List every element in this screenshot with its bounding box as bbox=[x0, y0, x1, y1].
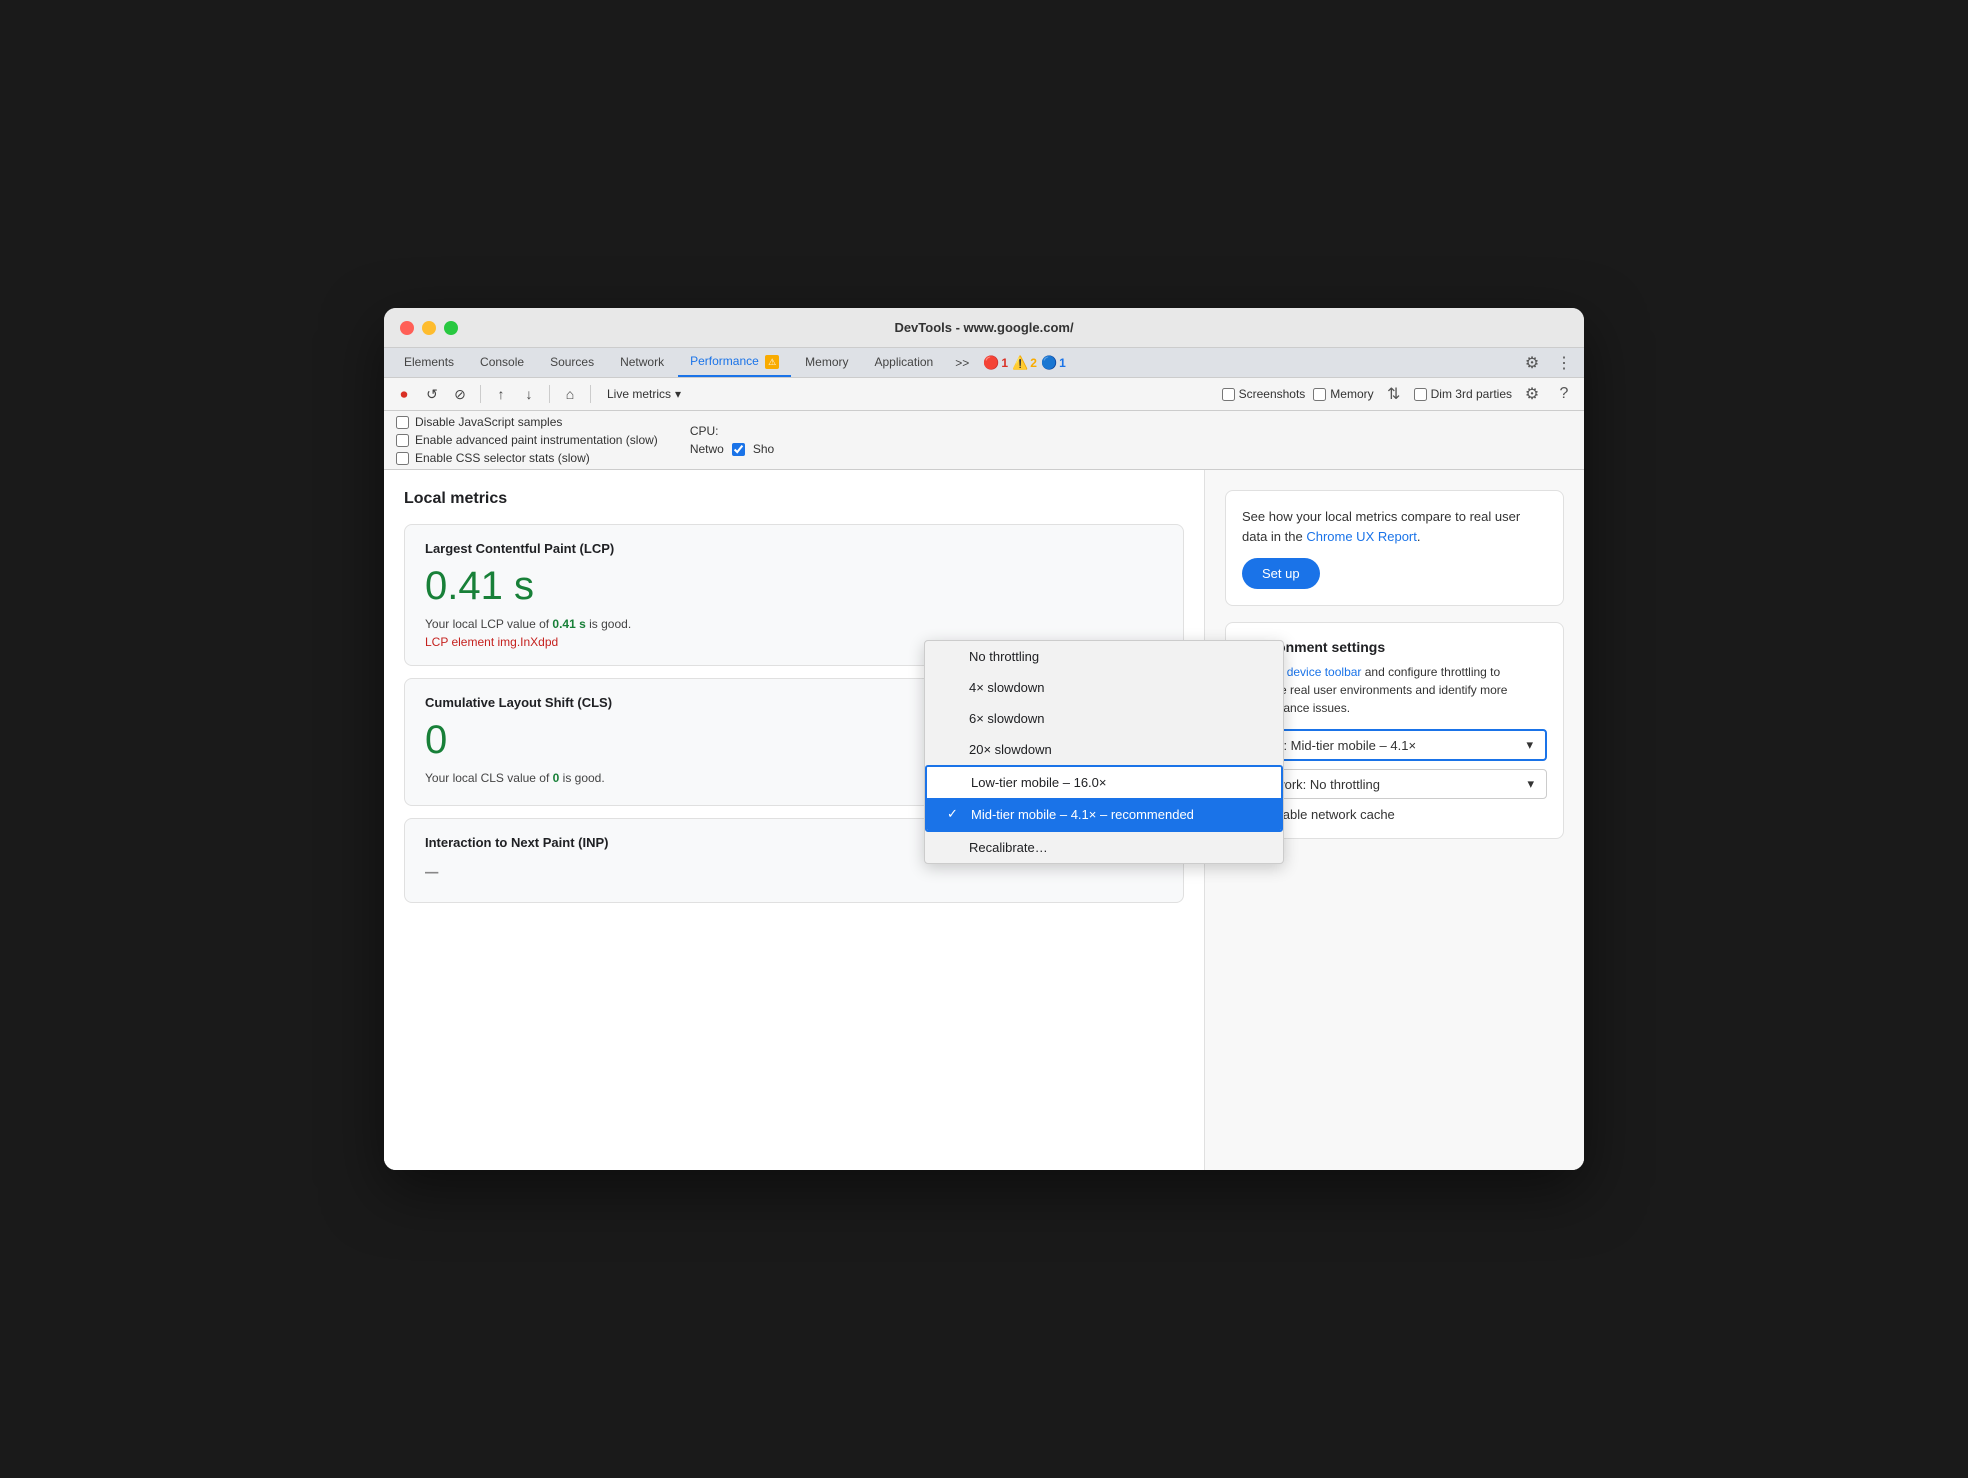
settings-icon[interactable]: ⚙ bbox=[1520, 351, 1544, 375]
tab-console[interactable]: Console bbox=[468, 349, 536, 377]
minimize-button[interactable] bbox=[422, 321, 436, 335]
chrome-ux-report-link[interactable]: Chrome UX Report bbox=[1306, 529, 1417, 544]
setup-button[interactable]: Set up bbox=[1242, 558, 1320, 589]
dropdown-border-group: Low-tier mobile – 16.0× ✓ Mid-tier mobil… bbox=[925, 765, 1283, 832]
tab-network[interactable]: Network bbox=[608, 349, 676, 377]
maximize-button[interactable] bbox=[444, 321, 458, 335]
toolbar-separator-1 bbox=[480, 385, 481, 403]
network-row: Netwo Sho bbox=[690, 442, 774, 456]
ux-report-text: See how your local metrics compare to re… bbox=[1242, 507, 1547, 546]
show-network-checkbox[interactable] bbox=[732, 443, 745, 456]
enable-css-checkbox[interactable] bbox=[396, 452, 409, 465]
toolbar-right: Screenshots Memory ⇅ Dim 3rd parties ⚙ ? bbox=[1222, 382, 1576, 406]
warning-badge-yellow: ⚠️ 2 bbox=[1012, 355, 1037, 371]
dropdown-item-6x[interactable]: 6× slowdown bbox=[925, 703, 1283, 734]
info-badge-blue: 🔵 1 bbox=[1041, 355, 1066, 371]
lcp-name: Largest Contentful Paint (LCP) bbox=[425, 541, 1163, 556]
enable-css-check[interactable]: Enable CSS selector stats (slow) bbox=[396, 451, 658, 465]
window-title: DevTools - www.google.com/ bbox=[894, 320, 1073, 335]
performance-warning-badge: ⚠ bbox=[765, 355, 779, 369]
cpu-select[interactable]: CPU: Mid-tier mobile – 4.1× ▾ bbox=[1242, 729, 1547, 761]
titlebar: DevTools - www.google.com/ bbox=[384, 308, 1584, 348]
dropdown-item-20x[interactable]: 20× slowdown bbox=[925, 734, 1283, 765]
memory-checkbox-input[interactable] bbox=[1313, 388, 1326, 401]
disable-js-check[interactable]: Disable JavaScript samples bbox=[396, 415, 658, 429]
device-toolbar-link[interactable]: device toolbar bbox=[1287, 665, 1362, 679]
throttle-icon[interactable]: ⇅ bbox=[1382, 382, 1406, 406]
home-button[interactable]: ⌂ bbox=[558, 382, 582, 406]
toolbar-separator-2 bbox=[549, 385, 550, 403]
clear-button[interactable]: ⊘ bbox=[448, 382, 472, 406]
traffic-lights bbox=[400, 321, 458, 335]
devtools-window: DevTools - www.google.com/ Elements Cons… bbox=[384, 308, 1584, 1170]
dropdown-item-4x[interactable]: 4× slowdown bbox=[925, 672, 1283, 703]
settings-left: Disable JavaScript samples Enable advanc… bbox=[396, 415, 658, 465]
download-button[interactable]: ↓ bbox=[517, 382, 541, 406]
tab-memory[interactable]: Memory bbox=[793, 349, 860, 377]
dropdown-item-low-tier[interactable]: Low-tier mobile – 16.0× bbox=[927, 767, 1281, 798]
screenshots-checkbox-input[interactable] bbox=[1222, 388, 1235, 401]
live-metrics-dropdown[interactable]: Live metrics ▾ bbox=[599, 385, 689, 403]
close-button[interactable] bbox=[400, 321, 414, 335]
warning-icon: ⚠️ bbox=[1012, 355, 1028, 371]
devtools-tabs: Elements Console Sources Network Perform… bbox=[384, 348, 1584, 378]
settings-row: Disable JavaScript samples Enable advanc… bbox=[384, 411, 1584, 470]
network-select[interactable]: Network: No throttling ▾ bbox=[1242, 769, 1547, 799]
toolbar-separator-3 bbox=[590, 385, 591, 403]
tab-elements[interactable]: Elements bbox=[392, 349, 466, 377]
cpu-row: CPU: bbox=[690, 424, 774, 438]
tab-sources[interactable]: Sources bbox=[538, 349, 606, 377]
env-settings-desc: Use the device toolbar and configure thr… bbox=[1242, 663, 1547, 717]
settings-gear-icon[interactable]: ⚙ bbox=[1520, 382, 1544, 406]
env-settings-title: Environment settings bbox=[1242, 639, 1547, 655]
network-select-chevron-icon: ▾ bbox=[1527, 776, 1534, 792]
ux-report-card: See how your local metrics compare to re… bbox=[1225, 490, 1564, 606]
lcp-value: 0.41 s bbox=[425, 564, 1163, 609]
local-metrics-title: Local metrics bbox=[404, 490, 1184, 508]
dropdown-item-recalibrate[interactable]: Recalibrate… bbox=[925, 832, 1283, 863]
upload-button[interactable]: ↑ bbox=[489, 382, 513, 406]
error-badge-red: 🔴 1 bbox=[983, 355, 1008, 371]
dim-3rd-parties-checkbox-input[interactable] bbox=[1414, 388, 1427, 401]
toolbar: ⏺ ↺ ⊘ ↑ ↓ ⌂ Live metrics ▾ Screenshots M… bbox=[384, 378, 1584, 411]
more-options-icon[interactable]: ⋮ bbox=[1552, 351, 1576, 375]
tab-performance[interactable]: Performance ⚠ bbox=[678, 348, 791, 377]
disable-cache-row: Disable network cache bbox=[1242, 807, 1547, 822]
lcp-desc: Your local LCP value of 0.41 s is good. bbox=[425, 617, 1163, 631]
cpu-select-chevron-icon: ▾ bbox=[1526, 737, 1533, 753]
memory-checkbox[interactable]: Memory bbox=[1313, 387, 1373, 401]
cpu-dropdown-menu: No throttling 4× slowdown 6× slowdown 20… bbox=[924, 640, 1284, 864]
enable-paint-checkbox[interactable] bbox=[396, 434, 409, 447]
refresh-button[interactable]: ↺ bbox=[420, 382, 444, 406]
dropdown-item-no-throttling[interactable]: No throttling bbox=[925, 641, 1283, 672]
content-area: No throttling 4× slowdown 6× slowdown 20… bbox=[384, 470, 1584, 1170]
cpu-dropdown-overlay: No throttling 4× slowdown 6× slowdown 20… bbox=[924, 640, 1284, 864]
screenshots-checkbox[interactable]: Screenshots bbox=[1222, 387, 1306, 401]
tab-icon-buttons: ⚙ ⋮ bbox=[1520, 351, 1576, 375]
chevron-down-icon: ▾ bbox=[675, 387, 681, 401]
record-button[interactable]: ⏺ bbox=[392, 382, 416, 406]
error-badges: 🔴 1 ⚠️ 2 🔵 1 bbox=[983, 355, 1066, 371]
info-icon: 🔵 bbox=[1041, 355, 1057, 371]
tab-more[interactable]: >> bbox=[947, 350, 977, 376]
settings-right: CPU: Netwo Sho bbox=[690, 424, 774, 456]
disable-js-checkbox[interactable] bbox=[396, 416, 409, 429]
error-icon: 🔴 bbox=[983, 355, 999, 371]
tab-application[interactable]: Application bbox=[863, 349, 946, 377]
help-icon[interactable]: ? bbox=[1552, 382, 1576, 406]
dim-3rd-parties-checkbox[interactable]: Dim 3rd parties bbox=[1414, 387, 1512, 401]
enable-paint-check[interactable]: Enable advanced paint instrumentation (s… bbox=[396, 433, 658, 447]
dropdown-item-mid-tier[interactable]: ✓ Mid-tier mobile – 4.1× – recommended bbox=[927, 798, 1281, 830]
